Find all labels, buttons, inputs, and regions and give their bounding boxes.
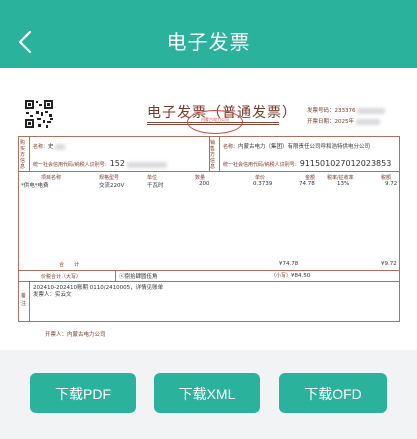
row-spec: 交流220V bbox=[99, 183, 125, 189]
redacted-blur bbox=[357, 107, 386, 114]
grand-total-upper: ⓧ捌拾肆圆伍角 bbox=[119, 272, 158, 280]
grand-total-lower-label: （小写） bbox=[271, 273, 292, 279]
buyer-side-label: 购买方信息 bbox=[20, 140, 26, 170]
seller-tax-id: 统一社会信用代码/纳税人识别号：911501027012023853 bbox=[223, 159, 391, 168]
grand-total-label: 价税合计（大写） bbox=[41, 274, 82, 280]
issue-date-value: 2025年 bbox=[334, 119, 355, 125]
buyer-tax-id: 统一社会信用代码/纳税人识别号：152 bbox=[33, 159, 167, 168]
total-tax: ¥9.72 bbox=[381, 261, 397, 267]
total-label: 合 计 bbox=[59, 262, 80, 268]
divider bbox=[19, 171, 399, 172]
col-header-spec: 规格型号 bbox=[99, 175, 120, 181]
divider bbox=[19, 281, 399, 282]
buyer-tax-value: 152 bbox=[109, 159, 125, 168]
grand-total-upper-value: 捌拾肆圆伍角 bbox=[124, 274, 158, 280]
issuer-value: 内蒙古电力公司 bbox=[67, 332, 106, 338]
download-pdf-button[interactable]: 下载PDF bbox=[30, 373, 136, 413]
row-rate: 13% bbox=[337, 181, 350, 187]
total-amount: ¥74.78 bbox=[279, 261, 299, 267]
seal-text: 内蒙古电力公司 bbox=[201, 117, 229, 122]
buyer-name-label: 名称： bbox=[33, 144, 49, 150]
col-header-rate: 税率/征收率 bbox=[327, 175, 354, 181]
remark-line-2: 发票人：实云文 bbox=[33, 292, 72, 298]
col-header-unit: 单位 bbox=[147, 175, 158, 181]
invoice-number: 发票号码：233376 bbox=[307, 106, 386, 114]
invoice-document: 电子发票（普通发票） 内蒙古电力公司 发票号码：233376 开票日期：2025… bbox=[7, 76, 410, 346]
buyer-tax-label: 统一社会信用代码/纳税人识别号： bbox=[33, 162, 110, 168]
invoice-preview-area: 电子发票（普通发票） 内蒙古电力公司 发票号码：233376 开票日期：2025… bbox=[0, 68, 417, 350]
col-header-amount: 金额 bbox=[305, 175, 316, 181]
seller-name-value: 内蒙古电力（集团）有限责任公司呼和浩特供电分公司 bbox=[238, 144, 371, 150]
divider bbox=[219, 137, 220, 171]
seller-tax-value: 911501027012023853 bbox=[299, 159, 392, 168]
redacted-blur bbox=[55, 143, 66, 150]
row-price: 0.3739 bbox=[253, 181, 273, 187]
col-header-qty: 数量 bbox=[195, 175, 206, 181]
remark-label: 备注 bbox=[21, 293, 27, 307]
col-header-tax: 税额 bbox=[381, 175, 392, 181]
seller-name: 名称：内蒙古电力（集团）有限责任公司呼和浩特供电分公司 bbox=[223, 142, 370, 150]
divider bbox=[115, 270, 116, 281]
col-header-item: 项目名称 bbox=[41, 175, 62, 181]
seller-name-label: 名称： bbox=[223, 144, 239, 150]
issue-date-label: 开票日期： bbox=[307, 119, 335, 125]
divider bbox=[29, 281, 30, 321]
download-ofd-button[interactable]: 下载OFD bbox=[279, 373, 387, 413]
official-seal-stamp: 内蒙古电力公司 bbox=[187, 110, 243, 134]
download-actions: 下载PDF 下载XML 下载OFD bbox=[0, 350, 417, 439]
row-unit: 千瓦时 bbox=[147, 183, 164, 189]
buyer-name-value: 史 bbox=[48, 144, 54, 150]
row-tax: 9.72 bbox=[385, 181, 398, 187]
download-xml-button[interactable]: 下载XML bbox=[154, 373, 260, 413]
buyer-name: 名称：史 bbox=[33, 142, 66, 150]
seller-side-label: 销售方信息 bbox=[210, 140, 216, 170]
qr-code-icon bbox=[24, 99, 54, 129]
invoice-table: 购买方信息 名称：史 统一社会信用代码/纳税人识别号：152 销售方信息 名称：… bbox=[18, 136, 400, 322]
invoice-number-value: 233376 bbox=[334, 108, 356, 114]
col-header-price: 单价 bbox=[255, 175, 266, 181]
issuer-label: 开票人： bbox=[45, 332, 68, 338]
divider bbox=[19, 270, 399, 271]
page-title: 电子发票 bbox=[166, 30, 251, 54]
redacted-blur bbox=[126, 161, 167, 168]
invoice-number-label: 发票号码： bbox=[307, 108, 335, 114]
issue-date: 开票日期：2025年 bbox=[307, 117, 380, 125]
redacted-blur bbox=[355, 118, 380, 125]
grand-total-lower-value: ¥84.50 bbox=[291, 273, 311, 279]
row-amount: 74.78 bbox=[299, 181, 315, 187]
seller-tax-label: 统一社会信用代码/纳税人识别号： bbox=[223, 162, 300, 168]
issuer: 开票人：内蒙古电力公司 bbox=[45, 330, 106, 338]
grand-total-lower: （小写）¥84.50 bbox=[271, 272, 310, 279]
row-item-name: *供电*电费 bbox=[21, 183, 49, 189]
divider bbox=[29, 137, 30, 171]
row-qty: 200 bbox=[199, 181, 210, 187]
